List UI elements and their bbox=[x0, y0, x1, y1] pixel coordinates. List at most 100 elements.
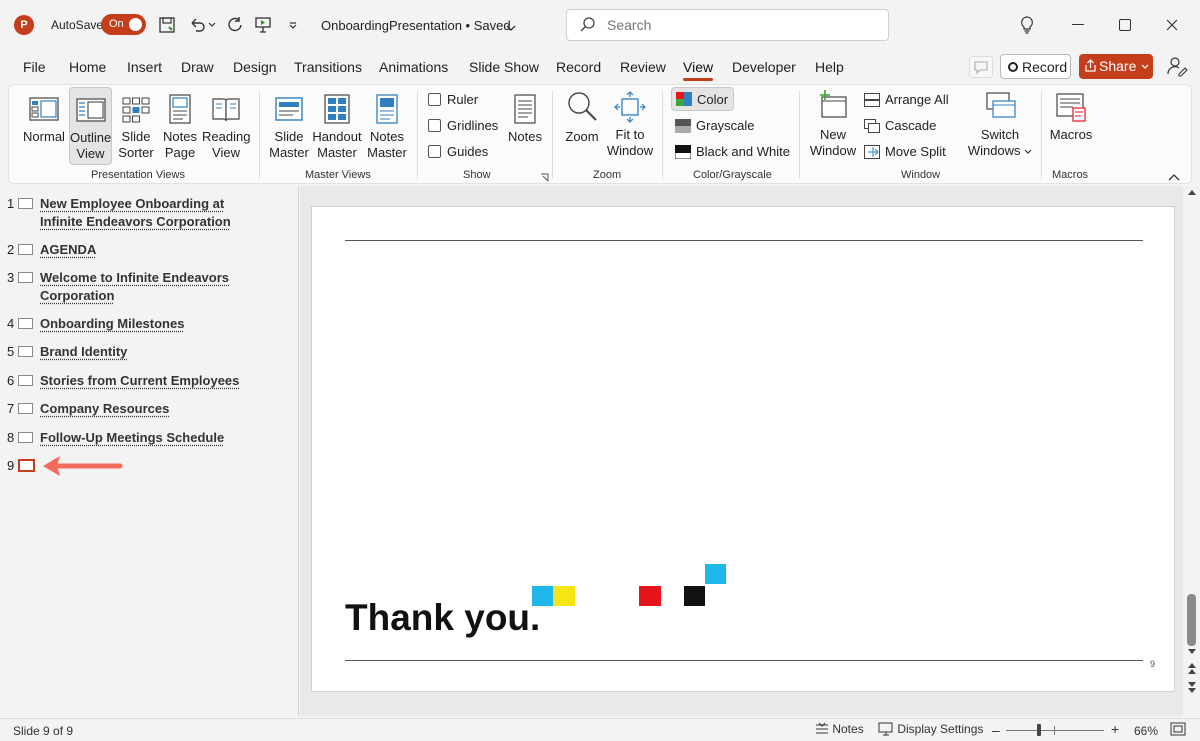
previous-slide-icon[interactable] bbox=[1186, 662, 1198, 676]
switch-windows-button[interactable]: Switch Windows bbox=[965, 89, 1035, 163]
zoom-button[interactable]: Zoom bbox=[562, 89, 602, 159]
reading-view-button[interactable]: Reading View bbox=[202, 93, 250, 165]
slide-icon[interactable] bbox=[18, 375, 33, 386]
outline-item[interactable]: 3 Welcome to Infinite Endeavors Corporat… bbox=[0, 269, 290, 307]
slide-title[interactable]: Thank you. bbox=[345, 597, 540, 639]
outline-item-title[interactable]: Onboarding Milestones bbox=[40, 315, 184, 333]
slide-icon[interactable] bbox=[18, 272, 33, 283]
gridlines-checkbox[interactable]: Gridlines bbox=[428, 118, 498, 133]
tab-slide-show[interactable]: Slide Show bbox=[469, 59, 539, 75]
slide-icon[interactable] bbox=[18, 346, 33, 357]
title-dropdown-icon[interactable] bbox=[506, 20, 516, 35]
arrange-all-button[interactable]: Arrange All bbox=[864, 92, 949, 107]
outline-item[interactable]: 6 Stories from Current Employees bbox=[0, 372, 290, 392]
share-button[interactable]: Share bbox=[1079, 54, 1153, 79]
notes-status-button[interactable]: Notes bbox=[815, 722, 864, 736]
tab-draw[interactable]: Draw bbox=[181, 59, 214, 75]
fit-to-window-button[interactable]: Fit to Window bbox=[605, 91, 655, 163]
notes-master-button[interactable]: Notes Master bbox=[365, 93, 409, 165]
maximize-icon[interactable] bbox=[1110, 13, 1140, 37]
tab-transitions[interactable]: Transitions bbox=[294, 59, 362, 75]
cascade-button[interactable]: Cascade bbox=[864, 118, 936, 133]
slide-icon[interactable] bbox=[18, 198, 33, 209]
outline-item-title[interactable]: Stories from Current Employees bbox=[40, 372, 239, 390]
outline-item[interactable]: 5 Brand Identity bbox=[0, 343, 290, 363]
outline-item-title[interactable]: Follow-Up Meetings Schedule bbox=[40, 429, 224, 447]
tab-home[interactable]: Home bbox=[69, 59, 106, 75]
outline-item-title[interactable]: Brand Identity bbox=[40, 343, 127, 361]
outline-item-title[interactable]: Welcome to Infinite Endeavors Corporatio… bbox=[40, 269, 250, 305]
slide-icon[interactable] bbox=[18, 244, 33, 255]
tab-view[interactable]: View bbox=[683, 59, 714, 81]
outline-item-title[interactable]: AGENDA bbox=[40, 241, 96, 259]
collapse-ribbon-icon[interactable] bbox=[1168, 169, 1180, 184]
redo-icon[interactable] bbox=[224, 13, 246, 37]
slide-icon-selected[interactable] bbox=[18, 459, 35, 472]
notes-page-button[interactable]: Notes Page bbox=[159, 93, 201, 165]
slide-icon[interactable] bbox=[18, 403, 33, 414]
undo-dropdown-icon[interactable] bbox=[206, 13, 218, 37]
present-icon[interactable] bbox=[252, 13, 274, 37]
tab-help[interactable]: Help bbox=[815, 59, 844, 75]
zoom-slider-track[interactable] bbox=[1006, 730, 1104, 731]
search-input[interactable] bbox=[607, 17, 867, 33]
tab-file[interactable]: File bbox=[23, 59, 46, 75]
new-window-button[interactable]: New Window bbox=[809, 89, 857, 163]
outline-item[interactable]: 4 Onboarding Milestones bbox=[0, 315, 290, 335]
search-box[interactable] bbox=[566, 9, 889, 41]
zoom-out-button[interactable]: – bbox=[992, 722, 1000, 738]
outline-item[interactable]: 2 AGENDA bbox=[0, 241, 290, 261]
notes-button[interactable]: Notes bbox=[505, 93, 545, 153]
outline-view-button[interactable]: Outline View bbox=[69, 87, 112, 165]
slide-master-button[interactable]: Slide Master bbox=[267, 93, 311, 165]
outline-item[interactable]: 7 Company Resources bbox=[0, 400, 290, 420]
ruler-checkbox-box[interactable] bbox=[428, 93, 441, 106]
tab-insert[interactable]: Insert bbox=[127, 59, 162, 75]
close-icon[interactable] bbox=[1157, 13, 1187, 37]
scroll-up-icon[interactable] bbox=[1187, 188, 1197, 196]
vertical-scrollbar[interactable] bbox=[1184, 186, 1200, 716]
handout-master-button[interactable]: Handout Master bbox=[311, 93, 363, 165]
outline-item[interactable]: 1 New Employee Onboarding at Infinite En… bbox=[0, 195, 290, 233]
zoom-in-button[interactable]: + bbox=[1111, 721, 1119, 737]
scroll-down-icon[interactable] bbox=[1187, 648, 1197, 656]
tab-developer[interactable]: Developer bbox=[732, 59, 796, 75]
minimize-icon[interactable] bbox=[1063, 13, 1093, 37]
grayscale-button[interactable]: Grayscale bbox=[675, 118, 755, 133]
black-and-white-button[interactable]: Black and White bbox=[675, 144, 790, 159]
outline-item-title[interactable]: Company Resources bbox=[40, 400, 169, 418]
next-slide-icon[interactable] bbox=[1186, 680, 1198, 694]
comments-button[interactable] bbox=[969, 56, 993, 78]
move-split-button[interactable]: Move Split bbox=[864, 144, 946, 159]
fit-slide-button[interactable] bbox=[1170, 722, 1186, 739]
slide-sorter-button[interactable]: Slide Sorter bbox=[115, 93, 157, 165]
document-title[interactable]: OnboardingPresentation • Saved bbox=[321, 18, 511, 33]
tab-review[interactable]: Review bbox=[620, 59, 666, 75]
scrollbar-thumb[interactable] bbox=[1187, 594, 1196, 646]
tab-record[interactable]: Record bbox=[556, 59, 601, 75]
outline-pane[interactable]: 1 New Employee Onboarding at Infinite En… bbox=[0, 186, 299, 716]
lightbulb-icon[interactable] bbox=[1012, 13, 1042, 37]
display-settings-button[interactable]: Display Settings bbox=[878, 722, 983, 736]
zoom-slider-thumb[interactable] bbox=[1037, 724, 1041, 736]
ruler-checkbox[interactable]: Ruler bbox=[428, 92, 478, 107]
slide-icon[interactable] bbox=[18, 432, 33, 443]
tab-design[interactable]: Design bbox=[233, 59, 277, 75]
guides-checkbox-box[interactable] bbox=[428, 145, 441, 158]
record-button[interactable]: Record bbox=[1000, 54, 1071, 79]
undo-icon[interactable] bbox=[186, 13, 208, 37]
tab-animations[interactable]: Animations bbox=[379, 59, 448, 75]
slide-canvas[interactable]: Thank you. 9 bbox=[311, 206, 1175, 692]
gridlines-checkbox-box[interactable] bbox=[428, 119, 441, 132]
guides-checkbox[interactable]: Guides bbox=[428, 144, 488, 159]
coauthor-icon[interactable] bbox=[1166, 55, 1188, 77]
normal-view-button[interactable]: Normal bbox=[21, 91, 67, 163]
slide-icon[interactable] bbox=[18, 318, 33, 329]
autosave-toggle[interactable]: On bbox=[101, 14, 146, 35]
color-button[interactable]: Color bbox=[671, 87, 734, 111]
save-icon[interactable] bbox=[156, 13, 178, 37]
macros-button[interactable]: Macros bbox=[1049, 91, 1093, 151]
outline-item-title[interactable]: New Employee Onboarding at Infinite Ende… bbox=[40, 195, 250, 231]
customize-toolbar-icon[interactable] bbox=[282, 13, 304, 37]
dialog-launcher-icon[interactable] bbox=[540, 170, 549, 185]
